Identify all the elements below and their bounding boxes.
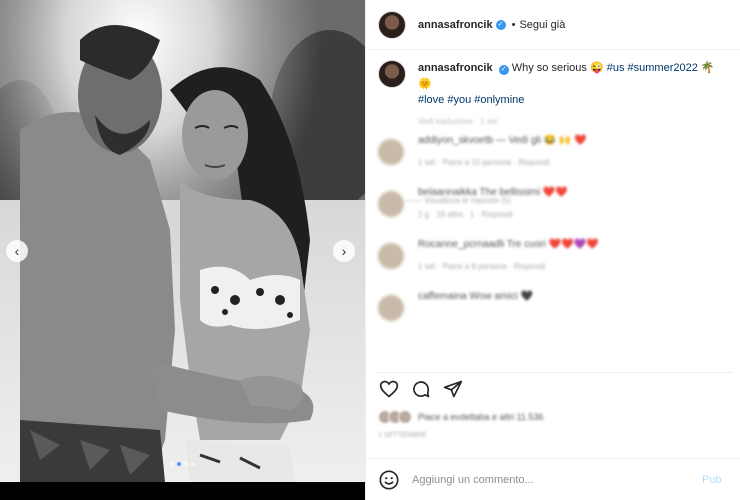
previous-image-button[interactable]: ‹ bbox=[6, 240, 28, 262]
avatar[interactable] bbox=[378, 139, 404, 165]
avatar[interactable] bbox=[378, 295, 404, 321]
chevron-right-icon: › bbox=[341, 243, 347, 259]
comment-bubble-icon bbox=[413, 380, 430, 397]
avatar[interactable] bbox=[378, 243, 404, 269]
caption-hashtags-2[interactable]: #love #you #onlymine bbox=[418, 94, 524, 106]
list-item: Rocanne_pcrnaadli Tre cuori ❤️❤️💜❤️ 1 se… bbox=[378, 239, 733, 291]
carousel-dot bbox=[191, 462, 195, 466]
emoji-button[interactable] bbox=[378, 469, 400, 491]
likes-summary[interactable]: Piace a evdeltaba e altri 11.536 bbox=[378, 410, 543, 424]
list-item: caffemaina Wow amici 🖤 bbox=[378, 291, 733, 321]
carousel-dot bbox=[184, 462, 188, 466]
caption-text: Why so serious 😜 bbox=[511, 62, 604, 74]
post-date: 1 SETTEMBRE bbox=[378, 432, 427, 439]
comment-meta[interactable]: 1 set · Piace a 8 persone · Rispondi bbox=[418, 262, 598, 271]
liker-avatars bbox=[378, 410, 412, 424]
post-header: annasafroncik ✓ • Segui già bbox=[366, 0, 740, 50]
avatar[interactable] bbox=[378, 10, 406, 39]
photo-bottom-bar bbox=[0, 482, 365, 500]
like-button[interactable] bbox=[378, 378, 400, 400]
post-caption: annasafroncik ✓ Why so serious 😜 #us #su… bbox=[378, 60, 733, 130]
heart-icon bbox=[379, 380, 399, 398]
avatar bbox=[398, 410, 412, 424]
comment-text: addiyon_skvoetb — Vedi gli 😂 🙌 ❤️ bbox=[418, 135, 587, 146]
comments-list: addiyon_skvoetb — Vedi gli 😂 🙌 ❤️ 1 set … bbox=[378, 135, 733, 321]
post-photo[interactable] bbox=[0, 0, 365, 482]
list-item: belaannaikka The bellissimi ❤️❤️ 1 g · 1… bbox=[378, 187, 733, 239]
carousel-dot bbox=[170, 462, 174, 466]
post-modal: ‹ › annasafroncik ✓ • Segui già annasafro… bbox=[0, 0, 740, 500]
separator: • bbox=[511, 18, 516, 31]
avatar[interactable] bbox=[378, 191, 404, 217]
view-replies-link[interactable]: —— Visualizza le risposte (5) bbox=[406, 196, 511, 205]
verified-badge-icon: ✓ bbox=[498, 65, 509, 75]
comment-meta[interactable]: 1 set · Piace a 10 persone · Rispondi bbox=[418, 158, 587, 167]
chevron-left-icon: ‹ bbox=[14, 243, 20, 259]
share-button[interactable] bbox=[442, 378, 464, 400]
verified-badge-icon: ✓ bbox=[495, 19, 506, 30]
list-item: addiyon_skvoetb — Vedi gli 😂 🙌 ❤️ 1 set … bbox=[378, 135, 733, 187]
next-image-button[interactable]: › bbox=[333, 240, 355, 262]
likes-count: Piace a evdeltaba e altri 11.536 bbox=[418, 412, 544, 422]
carousel-indicator bbox=[0, 462, 365, 466]
header-username[interactable]: annasafroncik bbox=[418, 19, 493, 31]
caption-hashtags[interactable]: #us #summer2022 bbox=[607, 62, 698, 74]
smiley-icon bbox=[379, 469, 399, 490]
comment-composer: Pub bbox=[366, 458, 740, 500]
carousel-dot-active bbox=[177, 462, 181, 466]
follow-status[interactable]: • Segui già bbox=[512, 19, 566, 31]
caption-username[interactable]: annasafroncik bbox=[418, 62, 493, 74]
comment-meta[interactable]: 1 g · 19 altre · 1 · Rispondi bbox=[418, 210, 568, 219]
avatar[interactable] bbox=[378, 60, 406, 88]
photo-pane: ‹ › bbox=[0, 0, 365, 500]
comment-input[interactable] bbox=[412, 473, 692, 486]
comment-button[interactable] bbox=[410, 378, 432, 400]
comment-text: caffemaina Wow amici 🖤 bbox=[418, 291, 533, 302]
action-bar bbox=[378, 372, 733, 398]
comment-text: Rocanne_pcrnaadli Tre cuori ❤️❤️💜❤️ bbox=[418, 239, 599, 250]
post-sidebar: annasafroncik ✓ • Segui già annasafroncik… bbox=[365, 0, 740, 500]
publish-button[interactable]: Pub bbox=[702, 474, 722, 486]
follow-status-label: Segui già bbox=[519, 18, 566, 31]
caption-meta: Vedi traduzione · 1 set bbox=[418, 117, 498, 126]
paper-plane-icon bbox=[443, 380, 463, 397]
